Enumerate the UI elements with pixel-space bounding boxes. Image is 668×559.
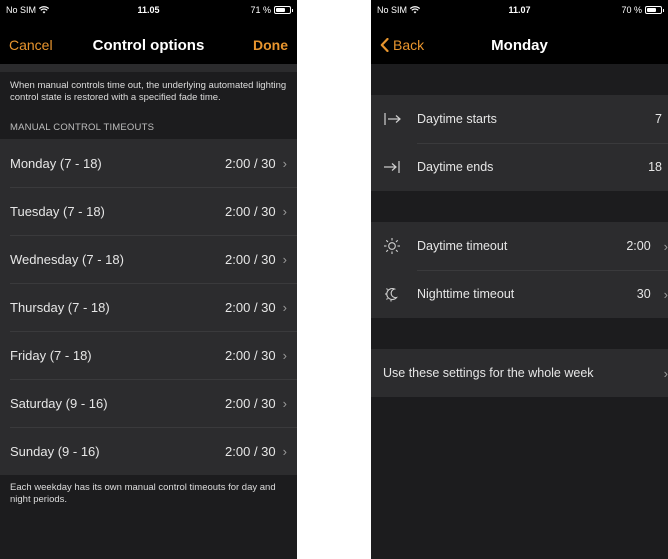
footer-text: Each weekday has its own manual control … — [10, 482, 276, 505]
timeouts-group: Daytime timeout 2:00 › Nighttime timeout… — [371, 222, 668, 318]
chevron-right-icon: › — [282, 155, 287, 171]
day-row-wednesday[interactable]: Wednesday (7 - 18) 2:00 / 30 › — [0, 235, 297, 283]
timeout-value: 2:00 / 30 — [225, 155, 276, 171]
day-label: Monday (7 - 18) — [10, 155, 102, 171]
day-row-thursday[interactable]: Thursday (7 - 18) 2:00 / 30 › — [0, 283, 297, 331]
chevron-right-icon: › — [282, 251, 287, 267]
battery-info: 71 % — [250, 5, 293, 15]
daytime-timeout-value: 2:00 — [626, 239, 651, 253]
chevron-right-icon: › — [663, 286, 668, 302]
chevron-right-icon: › — [282, 299, 287, 315]
timeout-value: 2:00 / 30 — [225, 347, 276, 363]
timeout-value: 2:00 / 30 — [225, 251, 276, 267]
day-row-tuesday[interactable]: Tuesday (7 - 18) 2:00 / 30 › — [0, 187, 297, 235]
battery-percent: 71 % — [250, 5, 271, 15]
page-title: Monday — [491, 37, 548, 54]
battery-icon — [274, 6, 293, 14]
daytime-starts-row[interactable]: Daytime starts 7 — [371, 95, 668, 143]
daytime-ends-row[interactable]: Daytime ends 18 — [371, 143, 668, 191]
daytime-ends-value: 18 — [648, 160, 662, 174]
daytime-starts-value: 7 — [655, 112, 662, 126]
timeout-value: 2:00 / 30 — [225, 395, 276, 411]
status-bar: No SIM 11.07 70 % — [371, 0, 668, 20]
content-area: When manual controls time out, the under… — [0, 64, 297, 559]
battery-info: 70 % — [621, 5, 664, 15]
done-button[interactable]: Done — [253, 37, 288, 53]
info-text: When manual controls time out, the under… — [10, 80, 287, 103]
chevron-right-icon: › — [282, 395, 287, 411]
day-row-monday[interactable]: Monday (7 - 18) 2:00 / 30 › — [0, 139, 297, 187]
timeout-value: 2:00 / 30 — [225, 299, 276, 315]
apply-group: Use these settings for the whole week › — [371, 349, 668, 397]
moon-icon — [383, 285, 407, 303]
chevron-right-icon: › — [282, 347, 287, 363]
apply-whole-week-label: Use these settings for the whole week — [383, 366, 594, 380]
apply-whole-week-row[interactable]: Use these settings for the whole week › — [371, 349, 668, 397]
day-label: Thursday (7 - 18) — [10, 299, 110, 315]
chevron-right-icon: › — [663, 365, 668, 381]
chevron-right-icon: › — [282, 203, 287, 219]
daytime-timeout-row[interactable]: Daytime timeout 2:00 › — [371, 222, 668, 270]
chevron-right-icon: › — [282, 443, 287, 459]
monday-screen: No SIM 11.07 70 % Back Monday Daytime st… — [371, 0, 668, 559]
section-header: MANUAL CONTROL TIMEOUTS — [10, 122, 155, 133]
daytime-timeout-label: Daytime timeout — [417, 239, 508, 253]
day-list: Monday (7 - 18) 2:00 / 30 › Tuesday (7 - 18… — [0, 139, 297, 475]
day-row-saturday[interactable]: Saturday (9 - 16) 2:00 / 30 › — [0, 379, 297, 427]
arrow-to-bar-start-icon — [383, 112, 407, 126]
status-bar: No SIM 11.05 71 % — [0, 0, 297, 20]
navigation-bar: Cancel Control options Done — [0, 20, 297, 64]
chevron-right-icon: › — [663, 238, 668, 254]
day-label: Saturday (9 - 16) — [10, 395, 108, 411]
day-label: Wednesday (7 - 18) — [10, 251, 124, 267]
nighttime-timeout-value: 30 — [636, 287, 651, 301]
day-label: Tuesday (7 - 18) — [10, 203, 105, 219]
timeout-value: 2:00 / 30 — [225, 443, 276, 459]
content-area: Daytime starts 7 Daytime ends 18 Daytime… — [371, 64, 668, 559]
battery-percent: 70 % — [621, 5, 642, 15]
sun-icon — [383, 237, 407, 255]
day-label: Friday (7 - 18) — [10, 347, 92, 363]
navigation-bar: Back Monday — [371, 20, 668, 64]
battery-icon — [645, 6, 664, 14]
timeout-value: 2:00 / 30 — [225, 203, 276, 219]
control-options-screen: No SIM 11.05 71 % Cancel Control options… — [0, 0, 297, 559]
day-label: Sunday (9 - 16) — [10, 443, 100, 459]
daytime-group: Daytime starts 7 Daytime ends 18 — [371, 95, 668, 191]
nighttime-timeout-row[interactable]: Nighttime timeout 30 › — [371, 270, 668, 318]
day-row-friday[interactable]: Friday (7 - 18) 2:00 / 30 › — [0, 331, 297, 379]
nighttime-timeout-label: Nighttime timeout — [417, 287, 515, 301]
daytime-starts-label: Daytime starts — [417, 112, 497, 126]
day-row-sunday[interactable]: Sunday (9 - 16) 2:00 / 30 › — [0, 427, 297, 475]
arrow-to-bar-end-icon — [383, 160, 407, 174]
daytime-ends-label: Daytime ends — [417, 160, 494, 174]
divider — [0, 64, 297, 72]
